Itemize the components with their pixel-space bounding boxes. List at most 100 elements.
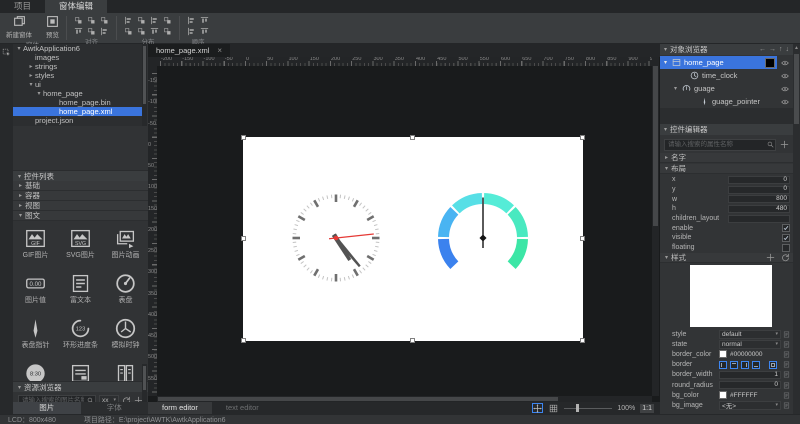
align-tool-icon[interactable] bbox=[74, 16, 83, 25]
object-tree-item[interactable]: ▾ guage bbox=[660, 82, 793, 95]
gauge-widget[interactable] bbox=[437, 192, 529, 284]
eye-icon[interactable] bbox=[780, 85, 790, 93]
widget-palette-item[interactable] bbox=[58, 356, 103, 381]
right-panel-scrollbar[interactable]: ▲ bbox=[793, 44, 800, 414]
eye-icon[interactable] bbox=[780, 72, 790, 80]
scroll-up-icon[interactable]: ▲ bbox=[793, 45, 800, 51]
distribute-tool-icon[interactable] bbox=[150, 27, 159, 36]
style-edit-icon[interactable] bbox=[783, 371, 790, 378]
border-left-toggle[interactable] bbox=[719, 361, 727, 369]
widget-palette-item[interactable]: GIF GIF图片 bbox=[13, 221, 58, 266]
property-value-field[interactable]: 480 bbox=[728, 205, 790, 213]
project-tree-item[interactable]: ▸ strings bbox=[13, 62, 142, 71]
widget-palette-item[interactable]: SVG SVG图片 bbox=[58, 221, 103, 266]
property-search-input[interactable] bbox=[664, 139, 776, 151]
section-name[interactable]: ▸ 名字 bbox=[660, 153, 793, 163]
section-style[interactable]: ▾ 样式 bbox=[660, 253, 793, 263]
project-tree-item[interactable]: ▾ ui bbox=[13, 80, 142, 89]
project-tree-item[interactable]: home_page.bin bbox=[13, 98, 142, 107]
border-top-toggle[interactable] bbox=[730, 361, 738, 369]
distribute-tool-icon[interactable] bbox=[137, 16, 146, 25]
add-style-icon[interactable] bbox=[766, 253, 775, 262]
resource-tab[interactable]: 字体 bbox=[81, 402, 149, 414]
property-select[interactable]: <无> ▾ bbox=[719, 401, 781, 410]
property-checkbox[interactable] bbox=[782, 244, 790, 252]
tree-nav-arrow-icon[interactable]: ← bbox=[759, 46, 766, 53]
property-select[interactable]: default ▾ bbox=[719, 330, 781, 339]
property-value-field[interactable]: 0 bbox=[719, 381, 781, 389]
distribute-tool-icon[interactable] bbox=[124, 16, 133, 25]
widget-palette-item[interactable]: 富文本 bbox=[58, 266, 103, 311]
color-swatch[interactable] bbox=[719, 350, 727, 358]
close-icon[interactable]: × bbox=[217, 46, 222, 55]
project-tree-item[interactable]: images bbox=[13, 53, 142, 62]
style-edit-icon[interactable] bbox=[783, 402, 790, 409]
widget-palette-item[interactable]: 8:30 bbox=[13, 356, 58, 381]
object-tree-item[interactable]: ▾ home_page bbox=[660, 56, 793, 69]
project-tree-item[interactable]: ▾ home_page bbox=[13, 89, 142, 98]
select-tool-icon[interactable] bbox=[2, 48, 11, 57]
align-tool-icon[interactable] bbox=[87, 27, 96, 36]
canvas-vertical-scrollbar[interactable] bbox=[652, 57, 659, 396]
style-edit-icon[interactable] bbox=[783, 361, 790, 368]
order-tool-icon[interactable] bbox=[200, 16, 209, 25]
property-select[interactable]: normal ▾ bbox=[719, 340, 781, 349]
tree-nav-arrow-icon[interactable]: → bbox=[769, 46, 776, 53]
style-edit-icon[interactable] bbox=[783, 351, 790, 358]
object-tree-item[interactable]: guage_pointer bbox=[660, 95, 793, 108]
eye-icon[interactable] bbox=[780, 59, 790, 67]
property-checkbox[interactable] bbox=[782, 234, 790, 242]
grid-toggle-button[interactable] bbox=[548, 403, 559, 413]
add-property-icon[interactable] bbox=[780, 140, 789, 149]
tree-expander-icon[interactable]: ▸ bbox=[27, 63, 35, 70]
order-tool-icon[interactable] bbox=[187, 27, 196, 36]
tree-expander-icon[interactable]: ▾ bbox=[27, 81, 35, 88]
selection-handle[interactable] bbox=[241, 236, 246, 241]
widget-palette-item[interactable]: 图片动画 bbox=[103, 221, 148, 266]
style-edit-icon[interactable] bbox=[783, 392, 790, 399]
panel-splitter[interactable] bbox=[660, 108, 800, 124]
distribute-tool-icon[interactable] bbox=[124, 27, 133, 36]
project-tree-item[interactable]: ▸ styles bbox=[13, 71, 142, 80]
border-right-toggle[interactable] bbox=[741, 361, 749, 369]
order-tool-icon[interactable] bbox=[200, 27, 209, 36]
project-tree-item[interactable]: project.json bbox=[13, 116, 142, 125]
selection-handle[interactable] bbox=[410, 135, 415, 140]
tree-expander-icon[interactable]: ▸ bbox=[27, 72, 35, 79]
move-tool-button[interactable] bbox=[532, 403, 543, 413]
editor-mode-tab[interactable]: form editor bbox=[148, 402, 212, 414]
widget-palette-item[interactable]: 模拟时钟 bbox=[103, 311, 148, 356]
tree-scrollbar[interactable] bbox=[142, 44, 147, 126]
toolbar-button[interactable]: 新建窗体 bbox=[6, 14, 32, 39]
align-tool-icon[interactable] bbox=[87, 16, 96, 25]
section-layout[interactable]: ▾ 布局 bbox=[660, 164, 793, 174]
property-value-field[interactable]: 1 bbox=[719, 371, 781, 379]
toolbar-button[interactable]: 预览 bbox=[46, 14, 59, 39]
style-edit-icon[interactable] bbox=[783, 341, 790, 348]
border-all-toggle[interactable] bbox=[769, 361, 777, 369]
object-tree-item[interactable]: time_clock bbox=[660, 69, 793, 82]
widget-palette-item[interactable]: 123 环形进度条 bbox=[58, 311, 103, 356]
zoom-slider[interactable] bbox=[564, 403, 612, 413]
style-edit-icon[interactable] bbox=[783, 382, 790, 389]
tree-nav-arrow-icon[interactable]: ↓ bbox=[786, 46, 790, 53]
distribute-tool-icon[interactable] bbox=[137, 27, 146, 36]
selection-handle[interactable] bbox=[410, 338, 415, 343]
object-browser-header[interactable]: ▾ 对象浏览器 ←→↑↓ bbox=[660, 44, 793, 55]
order-tool-icon[interactable] bbox=[187, 16, 196, 25]
selection-handle[interactable] bbox=[241, 338, 246, 343]
tree-expander-icon[interactable]: ▾ bbox=[672, 85, 679, 92]
selection-handle[interactable] bbox=[580, 338, 585, 343]
property-value-field[interactable]: 0 bbox=[728, 186, 790, 194]
color-swatch[interactable] bbox=[719, 391, 727, 399]
form-canvas[interactable] bbox=[243, 137, 583, 341]
document-tab[interactable]: home_page.xml × bbox=[148, 44, 230, 57]
resource-scrollbar[interactable] bbox=[142, 364, 147, 402]
zoom-reset-button[interactable]: 1:1 bbox=[640, 404, 654, 413]
eye-icon[interactable] bbox=[780, 98, 790, 106]
tree-expander-icon[interactable]: ▾ bbox=[35, 90, 43, 97]
editor-mode-tab[interactable]: text editor bbox=[212, 402, 273, 414]
selection-handle[interactable] bbox=[241, 135, 246, 140]
selection-handle[interactable] bbox=[580, 135, 585, 140]
analog-clock-widget[interactable] bbox=[291, 193, 381, 283]
